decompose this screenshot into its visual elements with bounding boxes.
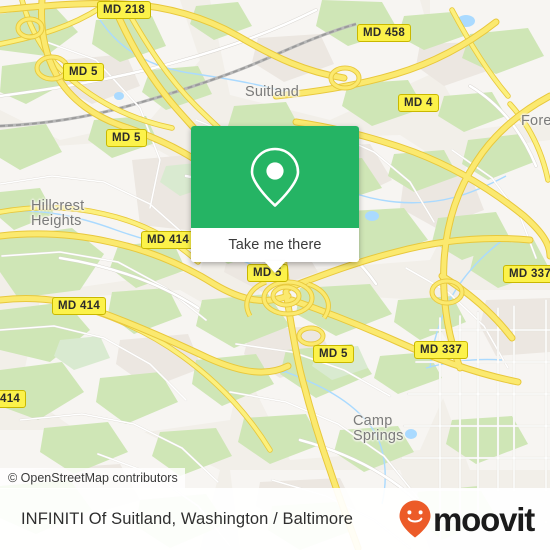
- road-shield-md-4[interactable]: MD 4: [398, 94, 439, 112]
- road-shield-md-5-west[interactable]: MD 5: [106, 129, 147, 147]
- road-shield-md-458[interactable]: MD 458: [357, 24, 412, 42]
- take-me-there-button[interactable]: Take me there: [191, 228, 359, 262]
- take-me-there-label: Take me there: [228, 237, 322, 253]
- road-shield-md-218[interactable]: MD 218: [97, 1, 152, 19]
- location-title: INFINITI Of Suitland, Washington / Balti…: [21, 509, 354, 528]
- bottom-bar: INFINITI Of Suitland, Washington / Balti…: [0, 488, 550, 550]
- road-shield-md-5-northwest[interactable]: MD 5: [63, 63, 104, 81]
- moovit-logo[interactable]: moovit: [398, 499, 535, 539]
- popup-image-area: [191, 126, 359, 228]
- moovit-map-screenshot: .green { fill:#cfe6b6; } .green2 { fill:…: [0, 0, 550, 550]
- map-attribution[interactable]: © OpenStreetMap contributors: [0, 468, 185, 489]
- road-shield-md-5-south[interactable]: MD 5: [313, 345, 354, 363]
- map-pin-icon: [250, 147, 300, 207]
- road-shield-md-337-east[interactable]: MD 337: [503, 265, 550, 283]
- moovit-wordmark: moovit: [433, 500, 535, 538]
- moovit-pin-icon: [399, 500, 431, 538]
- road-shield-md-337-south[interactable]: MD 337: [414, 341, 469, 359]
- popup-pointer-tail: [264, 261, 286, 273]
- road-shield-md-414-upper[interactable]: MD 414: [141, 231, 196, 249]
- popup-body: Take me there: [191, 126, 359, 262]
- road-shield-md-414-lower[interactable]: MD 414: [52, 297, 107, 315]
- road-shield-414-clipped[interactable]: 414: [0, 390, 27, 408]
- location-popup-card[interactable]: Take me there: [191, 126, 359, 273]
